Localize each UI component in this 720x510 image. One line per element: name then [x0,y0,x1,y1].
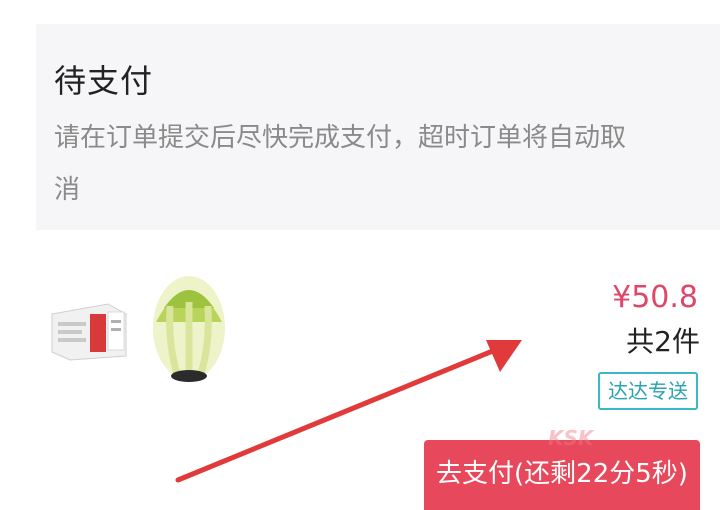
product-box-icon[interactable] [50,300,128,362]
pay-button[interactable]: 去支付(还剩22分5秒) [424,440,700,510]
status-description: 请在订单提交后尽快完成支付，超时订单将自动取消 [54,123,627,205]
item-count: 共2件 [626,325,700,358]
order-status-notice: 待支付 请在订单提交后尽快完成支付，超时订单将自动取消 [36,24,720,230]
cabbage-icon[interactable] [150,268,228,384]
delivery-tag[interactable]: 达达专送 [598,372,698,410]
order-price: ¥50.8 [612,280,698,315]
watermark: KSK [548,426,594,450]
status-title: 待支付 [54,62,154,100]
